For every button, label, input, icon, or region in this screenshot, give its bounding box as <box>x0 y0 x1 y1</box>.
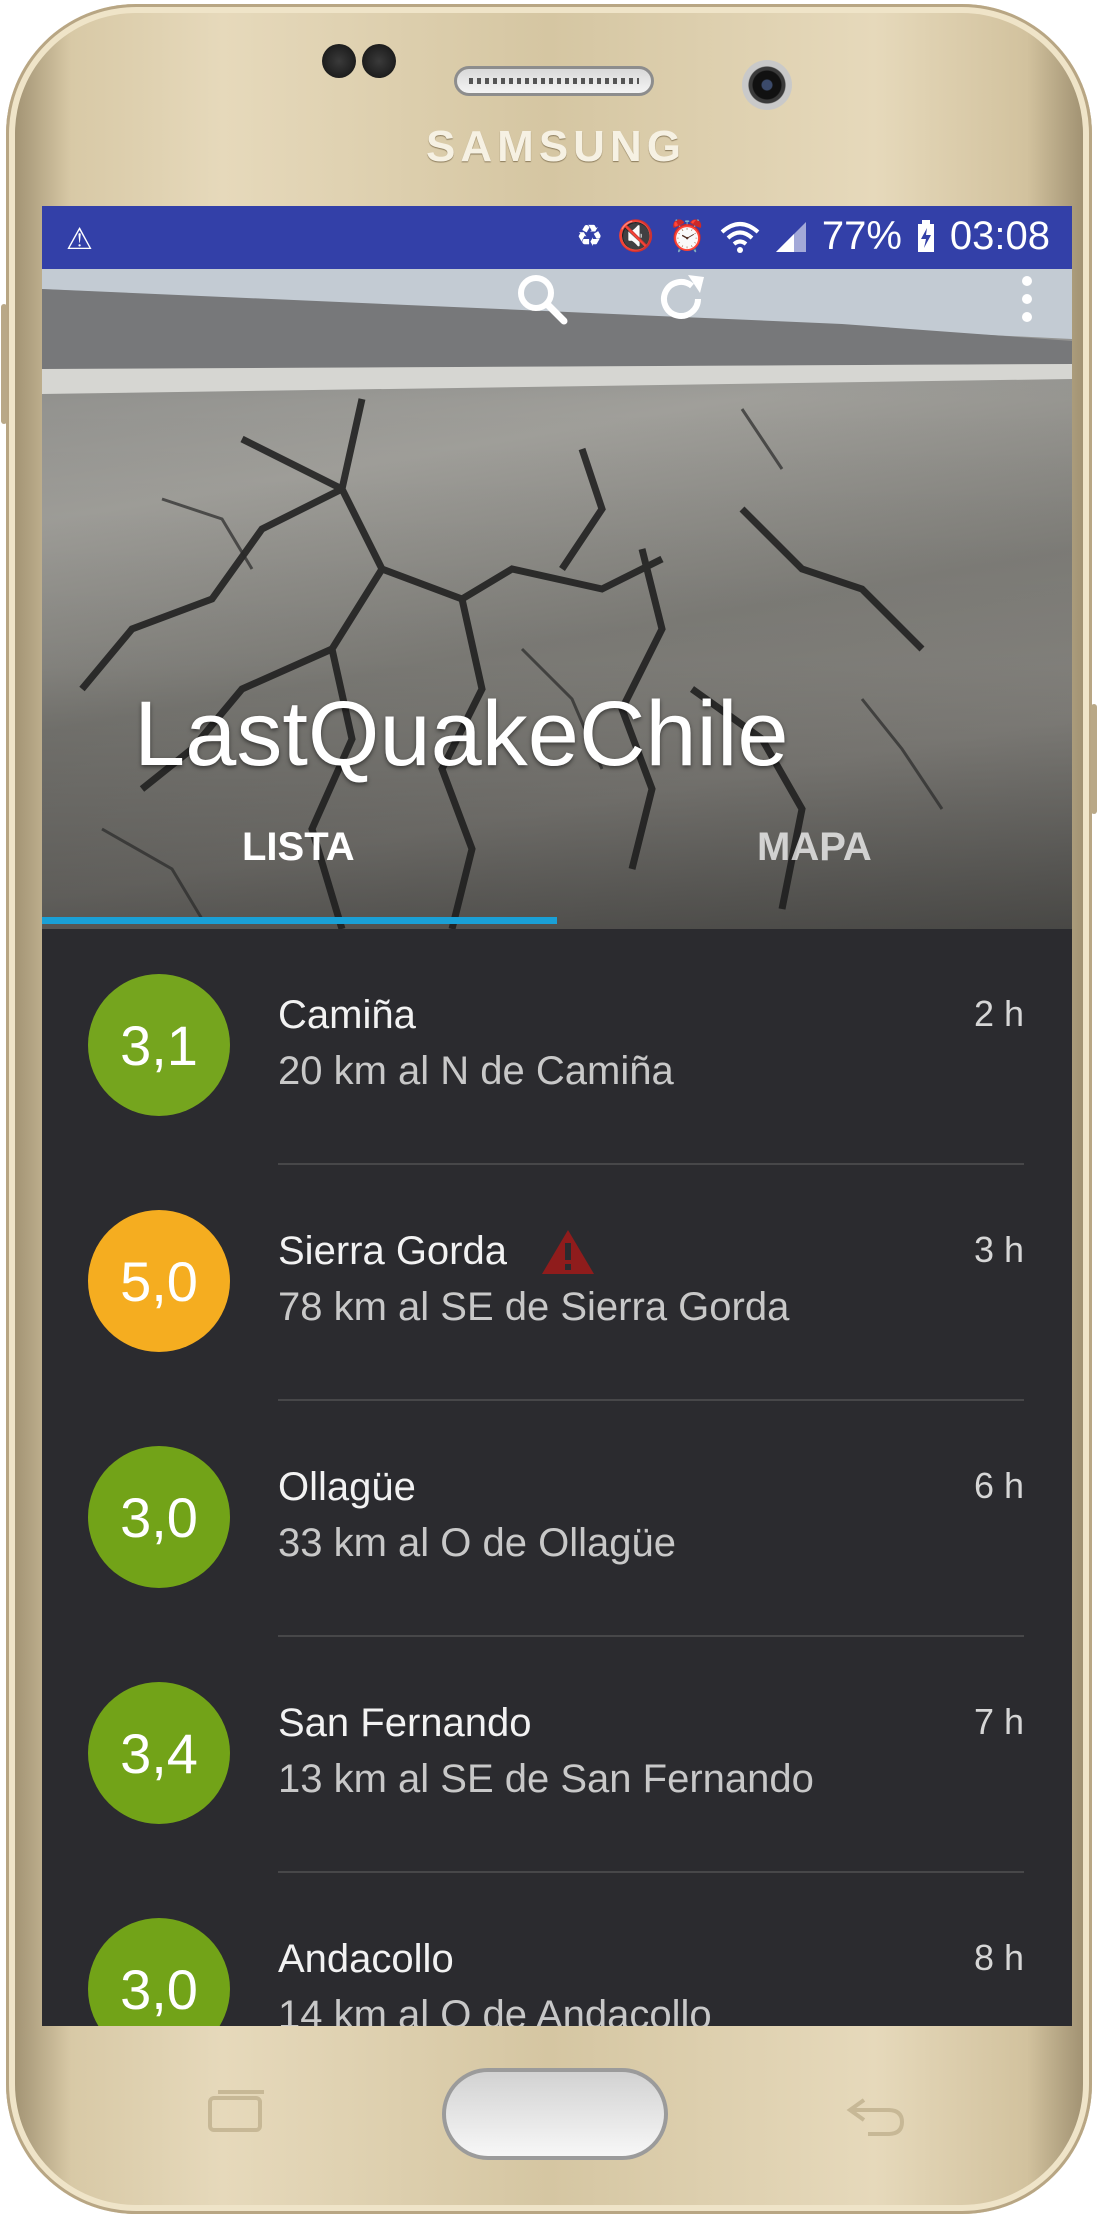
quake-reference: 20 km al N de Camiña <box>278 1049 674 1093</box>
alarm-icon: ⏰ <box>668 220 706 253</box>
earpiece-speaker <box>454 66 654 96</box>
front-camera <box>742 60 792 110</box>
quake-age: 2 h <box>973 993 1024 1034</box>
recents-icon[interactable] <box>206 2088 268 2134</box>
quake-age: 8 h <box>973 1937 1024 1978</box>
quake-list: 3,1 Camiña 20 km al N de Camiña 2 h 5,0 … <box>42 929 1072 2026</box>
list-item[interactable]: 5,0 Sierra Gorda 78 km al SE de Sierra G… <box>42 1165 1072 1401</box>
volume-button <box>1 304 7 424</box>
battery-percent: 77% <box>821 214 902 258</box>
quake-reference: 33 km al O de Ollagüe <box>278 1521 676 1565</box>
list-item[interactable]: 3,0 Andacollo 14 km al O de Andacollo 8 … <box>42 1873 1072 2026</box>
magnitude-badge: 5,0 <box>88 1210 230 1352</box>
magnitude-badge: 3,4 <box>88 1682 230 1824</box>
search-icon[interactable] <box>512 269 572 329</box>
list-item[interactable]: 3,0 Ollagüe 33 km al O de Ollagüe 6 h <box>42 1401 1072 1637</box>
list-item[interactable]: 3,1 Camiña 20 km al N de Camiña 2 h <box>42 929 1072 1165</box>
signal-icon <box>775 221 806 252</box>
sensor-dot-right <box>362 44 396 78</box>
phone-body: SAMSUNG ⚠ ♻ 🔇 ⏰ 77% 03:08 LastQuakeChile… <box>1 4 1097 2214</box>
tab-indicator <box>42 917 557 924</box>
quake-age: 6 h <box>973 1465 1024 1506</box>
quake-reference: 78 km al SE de Sierra Gorda <box>278 1285 790 1329</box>
alert-icon <box>542 1230 594 1274</box>
quake-reference: 14 km al O de Andacollo <box>278 1993 712 2026</box>
quake-reference: 13 km al SE de San Fernando <box>278 1757 814 1801</box>
home-button[interactable] <box>442 2068 668 2160</box>
screen: ⚠ ♻ 🔇 ⏰ 77% 03:08 LastQuakeChile LISTA M… <box>42 206 1072 2026</box>
status-icons: ♻ 🔇 ⏰ 77% 03:08 <box>576 214 1050 259</box>
magnitude-badge: 3,1 <box>88 974 230 1116</box>
battery-saver-icon: ♻ <box>576 220 604 253</box>
wifi-icon <box>720 221 760 253</box>
battery-charging-icon <box>917 219 934 252</box>
power-button <box>1091 704 1097 814</box>
app-header: LastQuakeChile LISTA MAPA <box>42 269 1072 929</box>
status-bar: ⚠ ♻ 🔇 ⏰ 77% 03:08 <box>42 206 1072 269</box>
warning-icon: ⚠ <box>66 223 93 256</box>
brand-logo: SAMSUNG <box>426 122 686 171</box>
quake-age: 7 h <box>973 1701 1024 1742</box>
quake-place: Ollagüe <box>278 1465 416 1509</box>
magnitude-badge: 3,0 <box>88 1918 230 2026</box>
magnitude-badge: 3,0 <box>88 1446 230 1588</box>
mute-icon: 🔇 <box>617 220 655 253</box>
back-icon[interactable] <box>844 2088 908 2138</box>
quake-place: Andacollo <box>278 1937 454 1981</box>
sensor-dot-left <box>322 44 356 78</box>
quake-age: 3 h <box>973 1229 1024 1270</box>
header-photo <box>42 269 1072 929</box>
app-title: LastQuakeChile <box>134 683 789 785</box>
tab-lista[interactable]: LISTA <box>242 825 355 870</box>
more-vert-icon[interactable] <box>1017 269 1037 329</box>
quake-place: Sierra Gorda <box>278 1229 507 1273</box>
refresh-icon[interactable] <box>652 269 712 329</box>
quake-place: San Fernando <box>278 1701 532 1745</box>
quake-place: Camiña <box>278 993 416 1037</box>
list-item[interactable]: 3,4 San Fernando 13 km al SE de San Fern… <box>42 1637 1072 1873</box>
clock: 03:08 <box>949 214 1050 258</box>
tab-mapa[interactable]: MAPA <box>757 825 872 870</box>
